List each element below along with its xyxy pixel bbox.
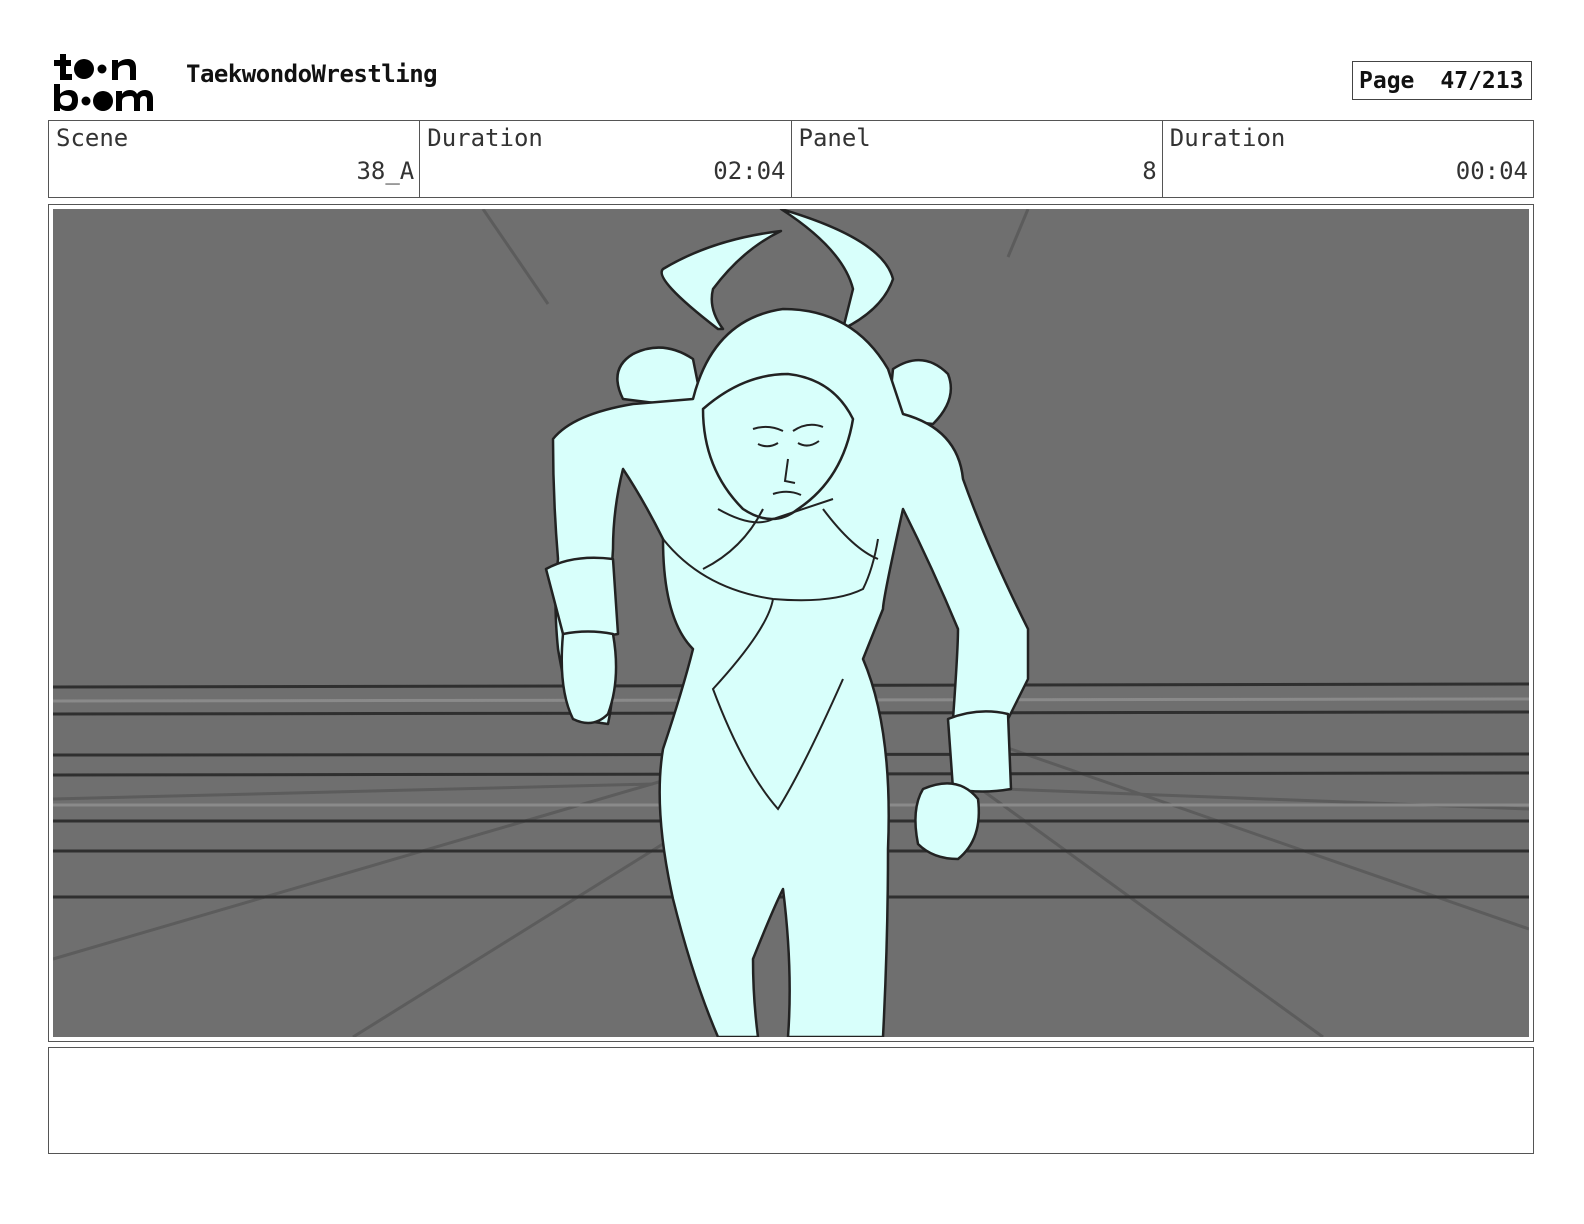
- panel-label: Panel: [798, 124, 871, 152]
- storyboard-panel-frame: [48, 204, 1534, 1042]
- panel-notes-box: [48, 1047, 1534, 1154]
- project-title: TaekwondoWrestling: [186, 60, 438, 88]
- panel-duration-cell: Duration 00:04: [1163, 121, 1533, 197]
- storyboard-panel-image: [52, 207, 1530, 1039]
- scene-duration-value: 02:04: [713, 157, 786, 185]
- toon-boom-logo: [50, 50, 166, 114]
- scene-label: Scene: [56, 124, 129, 152]
- scene-cell: Scene 38_A: [49, 121, 421, 197]
- scene-value: 38_A: [356, 157, 415, 185]
- panel-cell: Panel 8: [792, 121, 1163, 197]
- panel-value: 8: [1142, 157, 1157, 185]
- scene-duration-cell: Duration 02:04: [420, 121, 792, 197]
- page-label: Page: [1359, 67, 1415, 94]
- scene-duration-label: Duration: [427, 124, 543, 152]
- panel-drawing: [52, 207, 1530, 1039]
- page-number: 47/213: [1440, 67, 1524, 94]
- panel-duration-value: 00:04: [1455, 157, 1528, 185]
- panel-duration-label: Duration: [1169, 124, 1286, 152]
- scene-info-table: Scene 38_A Duration 02:04 Panel 8 Durati…: [48, 120, 1534, 198]
- page-indicator: Page 47/213: [1352, 61, 1532, 100]
